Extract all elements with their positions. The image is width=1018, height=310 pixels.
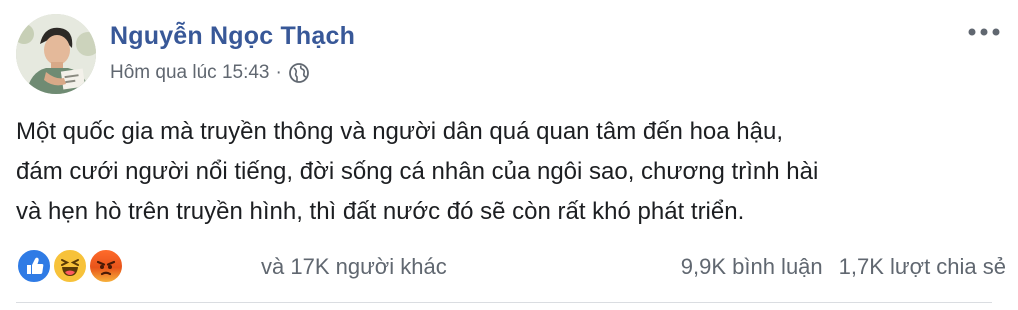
divider <box>16 302 992 303</box>
post-text-line: và hẹn hò trên truyền hình, thì đất nước… <box>16 198 745 225</box>
avatar[interactable] <box>16 14 96 94</box>
like-icon[interactable] <box>16 248 52 284</box>
post-text-line: đám cưới người nổi tiếng, đời sống cá nh… <box>16 158 819 185</box>
facebook-post: Nguyễn Ngọc Thạch Hôm qua lúc 15:43 · Mộ… <box>0 0 1018 310</box>
reaction-summary[interactable]: và 17K người khác <box>261 254 447 280</box>
post-timestamp[interactable]: Hôm qua lúc 15:43 <box>110 62 270 84</box>
angry-icon[interactable] <box>88 248 124 284</box>
post-text: Một quốc gia mà truyền thông và người dâ… <box>16 112 1006 232</box>
reactions-bar: và 17K người khác 9,9K bình luận 1,7K lượ… <box>16 248 1006 288</box>
post-text-line: Một quốc gia mà truyền thông và người dâ… <box>16 118 783 145</box>
haha-icon[interactable] <box>52 248 88 284</box>
globe-icon[interactable] <box>288 62 310 84</box>
shares-count[interactable]: 1,7K lượt chia sẻ <box>839 254 1006 279</box>
author-name[interactable]: Nguyễn Ngọc Thạch <box>110 22 355 51</box>
post-meta: Hôm qua lúc 15:43 · <box>110 62 310 84</box>
meta-separator: · <box>275 62 282 83</box>
engagement-counts: 9,9K bình luận 1,7K lượt chia sẻ <box>681 254 1006 280</box>
comments-count[interactable]: 9,9K bình luận <box>681 254 823 279</box>
more-options-icon[interactable] <box>966 24 1002 40</box>
